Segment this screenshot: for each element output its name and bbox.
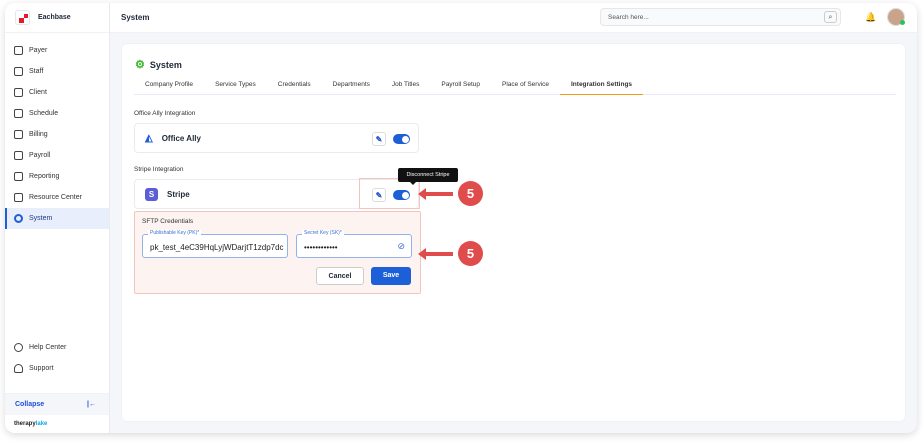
payroll-icon	[14, 151, 23, 160]
folder-icon	[14, 193, 23, 202]
annotation-arrow-icon	[418, 248, 453, 260]
edit-office-ally-button[interactable]: ✎	[372, 132, 386, 146]
brand-name: Eachbase	[38, 14, 71, 21]
annotation-badge: 5	[458, 241, 483, 266]
system-card: ⚙ System Company Profile Service Types Cr…	[121, 43, 906, 422]
system-icon	[14, 214, 23, 223]
brand: Eachbase	[5, 3, 109, 33]
sidebar-item-payroll[interactable]: Payroll	[5, 145, 109, 166]
tab-company-profile[interactable]: Company Profile	[134, 79, 204, 95]
sidebar-item-support[interactable]: Support	[5, 358, 109, 379]
calendar-icon	[14, 109, 23, 118]
tab-payroll-setup[interactable]: Payroll Setup	[430, 79, 491, 95]
tab-place-of-service[interactable]: Place of Service	[491, 79, 560, 95]
gear-icon: ⚙	[135, 59, 145, 71]
collapse-arrow-icon: |←	[87, 401, 96, 408]
page-title: System	[149, 59, 182, 70]
tab-job-titles[interactable]: Job Titles	[381, 79, 430, 95]
stripe-section-label: Stripe Integration	[134, 166, 184, 173]
office-ally-section-label: Office Ally Integration	[134, 110, 196, 117]
header-title: System	[121, 13, 150, 22]
therapylake-logo: therapy lake	[14, 421, 48, 427]
sidebar-item-reporting[interactable]: Reporting	[5, 166, 109, 187]
sftp-credentials-panel: SFTP Credentials Publishable Key (PK)* p…	[134, 211, 421, 294]
online-status-icon	[900, 20, 905, 25]
eye-off-icon[interactable]: ⊘	[397, 241, 405, 252]
office-ally-toggle[interactable]	[393, 134, 410, 144]
secret-key-field[interactable]: Secret Key (SK)* •••••••••••• ⊘	[296, 230, 412, 258]
invoice-icon	[14, 130, 23, 139]
disconnect-stripe-tooltip: Disconnect Stripe	[398, 168, 458, 185]
headset-icon	[14, 364, 23, 373]
publishable-key-field[interactable]: Publishable Key (PK)* pk_test_4eC39HqLyj…	[142, 230, 288, 258]
app-window: Eachbase Payer Staff Client Schedule Bil…	[5, 3, 917, 433]
search-icon[interactable]: ⌕	[824, 11, 837, 23]
staff-icon	[14, 67, 23, 76]
sidebar-item-client[interactable]: Client	[5, 82, 109, 103]
tab-service-types[interactable]: Service Types	[204, 79, 267, 95]
avatar[interactable]	[887, 8, 905, 26]
office-ally-card: ◭ Office Ally ✎	[134, 123, 419, 153]
sidebar-item-schedule[interactable]: Schedule	[5, 103, 109, 124]
sidebar-item-system[interactable]: System	[5, 208, 109, 229]
annotation-arrow-icon	[418, 188, 453, 200]
cancel-button[interactable]: Cancel	[316, 267, 364, 285]
tabs: Company Profile Service Types Credential…	[134, 79, 896, 95]
sidebar-item-billing[interactable]: Billing	[5, 124, 109, 145]
sidebar-item-resource-center[interactable]: Resource Center	[5, 187, 109, 208]
user-icon	[14, 88, 23, 97]
sidebar-item-payer[interactable]: Payer	[5, 40, 109, 61]
office-ally-logo-icon: ◭	[145, 132, 153, 144]
tab-integration-settings[interactable]: Integration Settings	[560, 79, 644, 95]
collapse-button[interactable]: Collapse |←	[5, 393, 109, 415]
annotation-badge: 5	[458, 181, 483, 206]
bell-icon[interactable]: 🔔	[865, 12, 876, 23]
search-input[interactable]: Search here... ⌕	[600, 8, 841, 26]
stripe-logo-icon: S	[145, 187, 158, 201]
sftp-title: SFTP Credentials	[142, 218, 194, 225]
sidebar-item-staff[interactable]: Staff	[5, 61, 109, 82]
eachbase-logo-icon	[15, 10, 30, 25]
help-icon	[14, 343, 23, 352]
sidebar: Eachbase Payer Staff Client Schedule Bil…	[5, 3, 110, 433]
shield-icon	[14, 46, 23, 55]
tab-departments[interactable]: Departments	[322, 79, 381, 95]
sidebar-item-help-center[interactable]: Help Center	[5, 337, 109, 358]
save-button[interactable]: Save	[371, 267, 411, 285]
report-icon	[14, 172, 23, 181]
tab-credentials[interactable]: Credentials	[267, 79, 322, 95]
